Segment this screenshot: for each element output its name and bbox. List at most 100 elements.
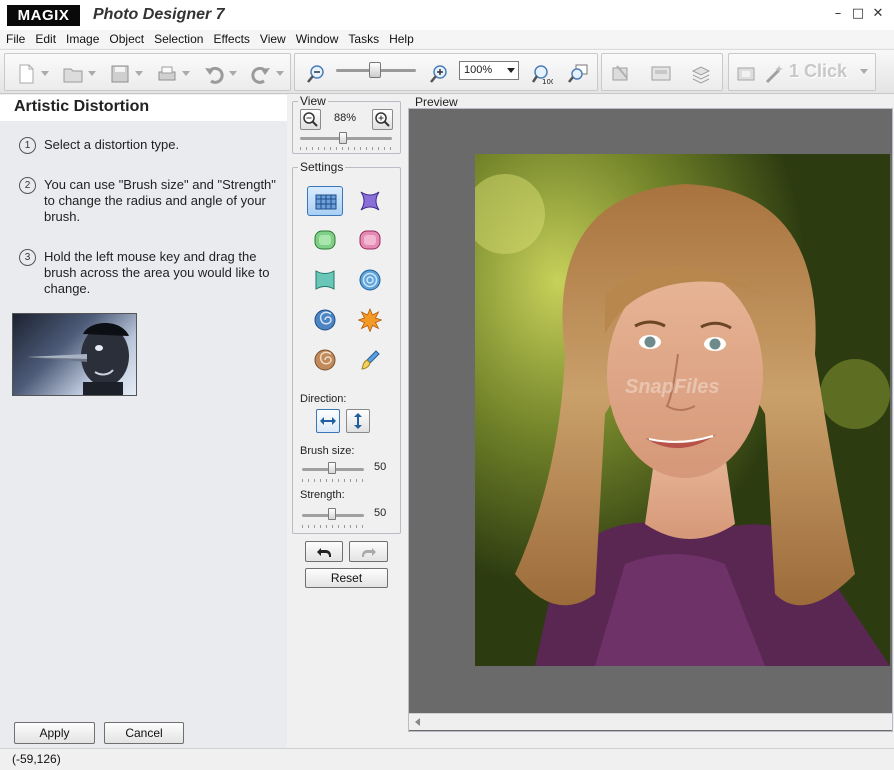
zoom-level-select[interactable]: 100% <box>459 61 519 80</box>
undo-arrow-icon <box>317 548 331 557</box>
step-number: 3 <box>19 249 36 266</box>
zoom-out-icon[interactable] <box>305 63 327 85</box>
direction-label: Direction: <box>300 393 347 405</box>
example-thumbnail <box>12 313 137 396</box>
distorted-face-illustration <box>27 323 129 395</box>
twirl-icon <box>314 309 336 331</box>
maximize-button[interactable]: □ <box>850 6 866 22</box>
arrow-left-right-icon <box>320 417 336 425</box>
redo-dropdown-icon[interactable] <box>276 71 284 76</box>
menu-effects[interactable]: Effects <box>208 30 254 48</box>
oneclick-dropdown-icon[interactable] <box>860 69 868 74</box>
preview-horizontal-scrollbar[interactable] <box>409 713 892 730</box>
portrait-illustration <box>475 154 890 666</box>
pinch-icon <box>360 191 380 211</box>
bulge-icon <box>314 230 336 250</box>
task-panel-header: Artistic Distortion <box>0 95 287 121</box>
view-group-label: View <box>298 94 328 108</box>
strength-slider-thumb[interactable] <box>328 508 336 520</box>
open-dropdown-icon[interactable] <box>88 71 96 76</box>
view-zoom-out-button[interactable] <box>300 109 321 130</box>
step-text: Select a distortion type. <box>44 137 180 152</box>
oneclick-label[interactable]: 1 Click <box>789 61 847 82</box>
distortion-pinch-tool[interactable] <box>352 186 388 216</box>
menu-selection[interactable]: Selection <box>149 30 208 48</box>
new-file-icon[interactable] <box>15 63 37 85</box>
menu-tasks[interactable]: Tasks <box>343 30 384 48</box>
view-zoom-in-button[interactable] <box>372 109 393 130</box>
print-dropdown-icon[interactable] <box>182 71 190 76</box>
redo-button[interactable] <box>349 541 388 562</box>
view-zoom-slider-thumb[interactable] <box>339 132 347 144</box>
direction-horizontal-button[interactable] <box>316 409 340 433</box>
layers-stack-icon[interactable] <box>690 63 712 85</box>
step-text: Hold the left mouse key and drag the bru… <box>44 249 270 296</box>
preview-label: Preview <box>413 95 460 109</box>
menu-object[interactable]: Object <box>104 30 149 48</box>
ripple-icon <box>359 269 381 291</box>
settings-group-label: Settings <box>298 160 346 174</box>
zoom-level-value: 100% <box>464 64 493 76</box>
cursor-coordinates: (-59,126) <box>12 752 61 766</box>
step-number: 1 <box>19 137 36 154</box>
brush-size-slider-thumb[interactable] <box>328 462 336 474</box>
brush-size-ticks <box>302 479 364 482</box>
task-panel-title: Artistic Distortion <box>14 98 150 115</box>
zoom-in-icon[interactable] <box>428 63 450 85</box>
zoom-fit-icon[interactable] <box>567 63 589 85</box>
distortion-twirl-tool[interactable] <box>307 305 343 335</box>
task-panel: Artistic Distortion 1 Select a distortio… <box>0 95 287 748</box>
close-button[interactable]: ✕ <box>870 6 886 22</box>
reset-button[interactable]: Reset <box>305 568 388 588</box>
open-folder-icon[interactable] <box>62 63 84 85</box>
view-zoom-percent: 88% <box>334 112 357 124</box>
strength-ticks <box>302 525 364 528</box>
redo-icon[interactable] <box>250 63 272 85</box>
grid-warp-icon <box>315 194 337 210</box>
undo-button[interactable] <box>305 541 343 562</box>
display-icon[interactable] <box>650 63 672 85</box>
distortion-bulge-tool[interactable] <box>307 225 343 255</box>
view-zoom-ticks <box>300 147 392 150</box>
scroll-left-arrow-icon[interactable] <box>415 718 420 726</box>
menu-image[interactable]: Image <box>61 30 104 48</box>
menu-help[interactable]: Help <box>384 30 419 48</box>
menu-file[interactable]: File <box>0 30 30 48</box>
apply-button[interactable]: Apply <box>14 722 95 744</box>
undo-icon[interactable] <box>203 63 225 85</box>
distortion-pillow-tool[interactable] <box>352 225 388 255</box>
arrow-up-down-icon <box>354 413 362 429</box>
menu-view[interactable]: View <box>255 30 291 48</box>
step-number: 2 <box>19 177 36 194</box>
step-text: You can use "Brush size" and "Strength" … <box>44 177 276 224</box>
oneclick-frame-icon[interactable] <box>735 63 757 85</box>
cancel-button[interactable]: Cancel <box>104 722 184 744</box>
brush-icon <box>361 350 380 370</box>
new-dropdown-icon[interactable] <box>41 71 49 76</box>
distortion-ripple-tool[interactable] <box>352 265 388 295</box>
distortion-restore-tool[interactable] <box>352 345 388 375</box>
distortion-squeeze-tool[interactable] <box>307 265 343 295</box>
direction-vertical-button[interactable] <box>346 409 370 433</box>
zoom-slider-thumb[interactable] <box>369 62 381 78</box>
undo-dropdown-icon[interactable] <box>229 71 237 76</box>
strength-label: Strength: <box>300 489 345 501</box>
brush-size-label: Brush size: <box>300 445 355 457</box>
zoom-100-icon[interactable]: 100 <box>531 63 553 85</box>
distortion-grid-tool[interactable] <box>307 186 343 216</box>
minimize-button[interactable]: – <box>830 6 846 22</box>
print-icon[interactable] <box>156 63 178 85</box>
magic-wand-icon[interactable] <box>763 63 785 85</box>
save-dropdown-icon[interactable] <box>135 71 143 76</box>
distortion-explode-tool[interactable] <box>352 305 388 335</box>
zoom-toolbar-group: 100 <box>294 53 598 91</box>
brush-size-value: 50 <box>374 461 387 473</box>
save-icon[interactable] <box>109 63 131 85</box>
distortion-swirl-tool[interactable] <box>307 345 343 375</box>
starburst-icon <box>358 308 382 332</box>
menu-edit[interactable]: Edit <box>30 30 61 48</box>
preview-photo[interactable]: SnapFiles <box>475 154 890 666</box>
menu-window[interactable]: Window <box>291 30 344 48</box>
strength-value: 50 <box>374 507 387 519</box>
image-layer-icon[interactable] <box>610 63 632 85</box>
